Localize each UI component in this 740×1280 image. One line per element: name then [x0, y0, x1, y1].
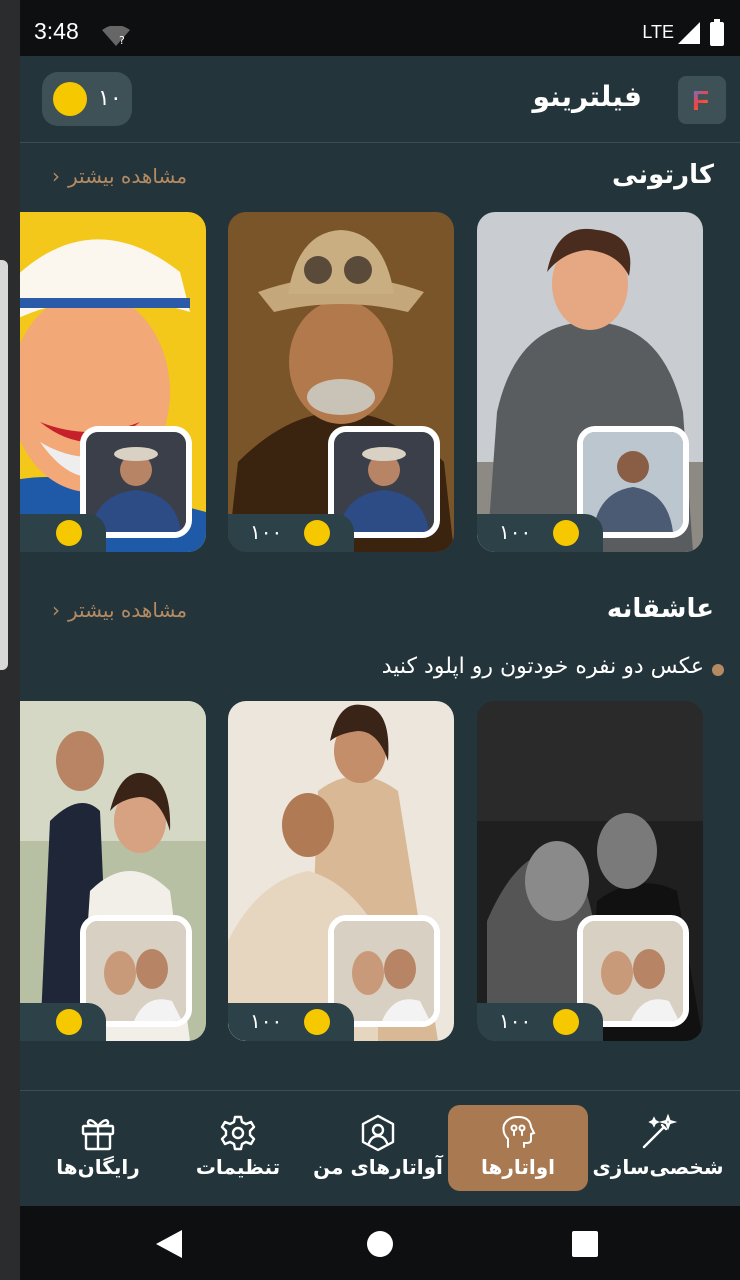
coin-balance: ۱۰ — [98, 86, 122, 111]
style-card-black-white[interactable]: ۱۰۰ — [477, 701, 703, 1041]
user-icon — [361, 1114, 395, 1152]
screen-frame: 3:48 ? LTE ۱۰ فیلترینو F کارتونی مشاهده … — [0, 0, 740, 1280]
bottom-navigation: شخصی‌سازی اواتارها آواتارهای من — [20, 1090, 740, 1207]
style-card-pop-art[interactable] — [20, 212, 206, 552]
nav-settings[interactable]: تنظیمات — [168, 1105, 308, 1191]
coin-icon — [553, 520, 579, 546]
see-more-romantic[interactable]: مشاهده بیشتر ‹ — [52, 598, 187, 622]
system-navigation-bar — [20, 1206, 740, 1280]
nav-label: شخصی‌سازی — [592, 1155, 724, 1179]
nav-label: آواتارهای من — [313, 1155, 443, 1179]
price-tag: ۱۰۰ — [477, 514, 603, 552]
price-tag: ۱۰۰ — [228, 1003, 354, 1041]
price-tag: ۱۰۰ — [477, 1003, 603, 1041]
section-title-romantic: عاشقانه — [606, 594, 714, 624]
status-bar: 3:48 ? LTE — [20, 0, 740, 56]
signal-icon — [678, 22, 700, 44]
app-logo: F — [678, 76, 726, 124]
svg-text:?: ? — [119, 34, 125, 46]
chevron-left-icon: ‹ — [52, 164, 60, 188]
battery-icon — [710, 19, 724, 46]
coin-icon — [53, 82, 87, 116]
status-time: 3:48 — [34, 18, 79, 44]
price-amount: ۱۰۰ — [499, 520, 532, 544]
chevron-left-icon: ‹ — [52, 598, 60, 622]
app-header: ۱۰ فیلترینو F — [20, 56, 740, 143]
nav-my-avatars[interactable]: آواتارهای من — [308, 1105, 448, 1191]
style-card-wedding[interactable] — [20, 701, 206, 1041]
coin-icon — [553, 1009, 579, 1035]
coin-icon — [56, 1009, 82, 1035]
coin-icon — [304, 1009, 330, 1035]
magic-wand-icon — [642, 1113, 678, 1149]
nav-personalize[interactable]: شخصی‌سازی — [588, 1105, 728, 1191]
logo-letter: F — [692, 85, 710, 116]
nav-label: رایگان‌ها — [56, 1155, 140, 1179]
nav-label: تنظیمات — [195, 1155, 281, 1179]
coin-balance-button[interactable]: ۱۰ — [42, 72, 132, 126]
network-type: LTE — [642, 22, 674, 42]
section-title-cartoon: کارتونی — [612, 160, 714, 190]
gear-icon — [220, 1115, 256, 1151]
bullet-dot-icon — [712, 664, 724, 676]
price-tag — [20, 1003, 106, 1041]
nav-free[interactable]: رایگان‌ها — [28, 1105, 168, 1191]
see-more-cartoon[interactable]: مشاهده بیشتر ‹ — [52, 164, 187, 188]
home-icon[interactable] — [366, 1230, 394, 1258]
upload-instruction: عکس دو نفره خودتون رو اپلود کنید — [381, 654, 704, 679]
price-amount: ۱۰۰ — [250, 520, 283, 544]
avatar-face-icon — [502, 1115, 536, 1148]
back-icon[interactable] — [156, 1230, 182, 1258]
price-tag — [20, 514, 106, 552]
gift-icon — [81, 1119, 115, 1151]
nav-label: اواتارها — [480, 1155, 556, 1179]
price-amount: ۱۰۰ — [499, 1009, 532, 1033]
wifi-icon: ? — [102, 26, 130, 46]
see-more-label: مشاهده بیشتر — [68, 164, 188, 188]
nav-avatars[interactable]: اواتارها — [448, 1105, 588, 1191]
coin-icon — [304, 520, 330, 546]
style-card-cartoon-3d[interactable]: ۱۰۰ — [477, 212, 703, 552]
app-title: فیلترینو — [532, 80, 642, 113]
recents-icon[interactable] — [572, 1231, 598, 1257]
style-card-studio-beige[interactable]: ۱۰۰ — [228, 701, 454, 1041]
app-window: 3:48 ? LTE ۱۰ فیلترینو F کارتونی مشاهده … — [20, 0, 740, 1280]
price-tag: ۱۰۰ — [228, 514, 354, 552]
price-amount: ۱۰۰ — [250, 1009, 283, 1033]
background-window-edge — [0, 260, 8, 670]
style-card-steampunk[interactable]: ۱۰۰ — [228, 212, 454, 552]
coin-icon — [56, 520, 82, 546]
see-more-label: مشاهده بیشتر — [68, 598, 188, 622]
